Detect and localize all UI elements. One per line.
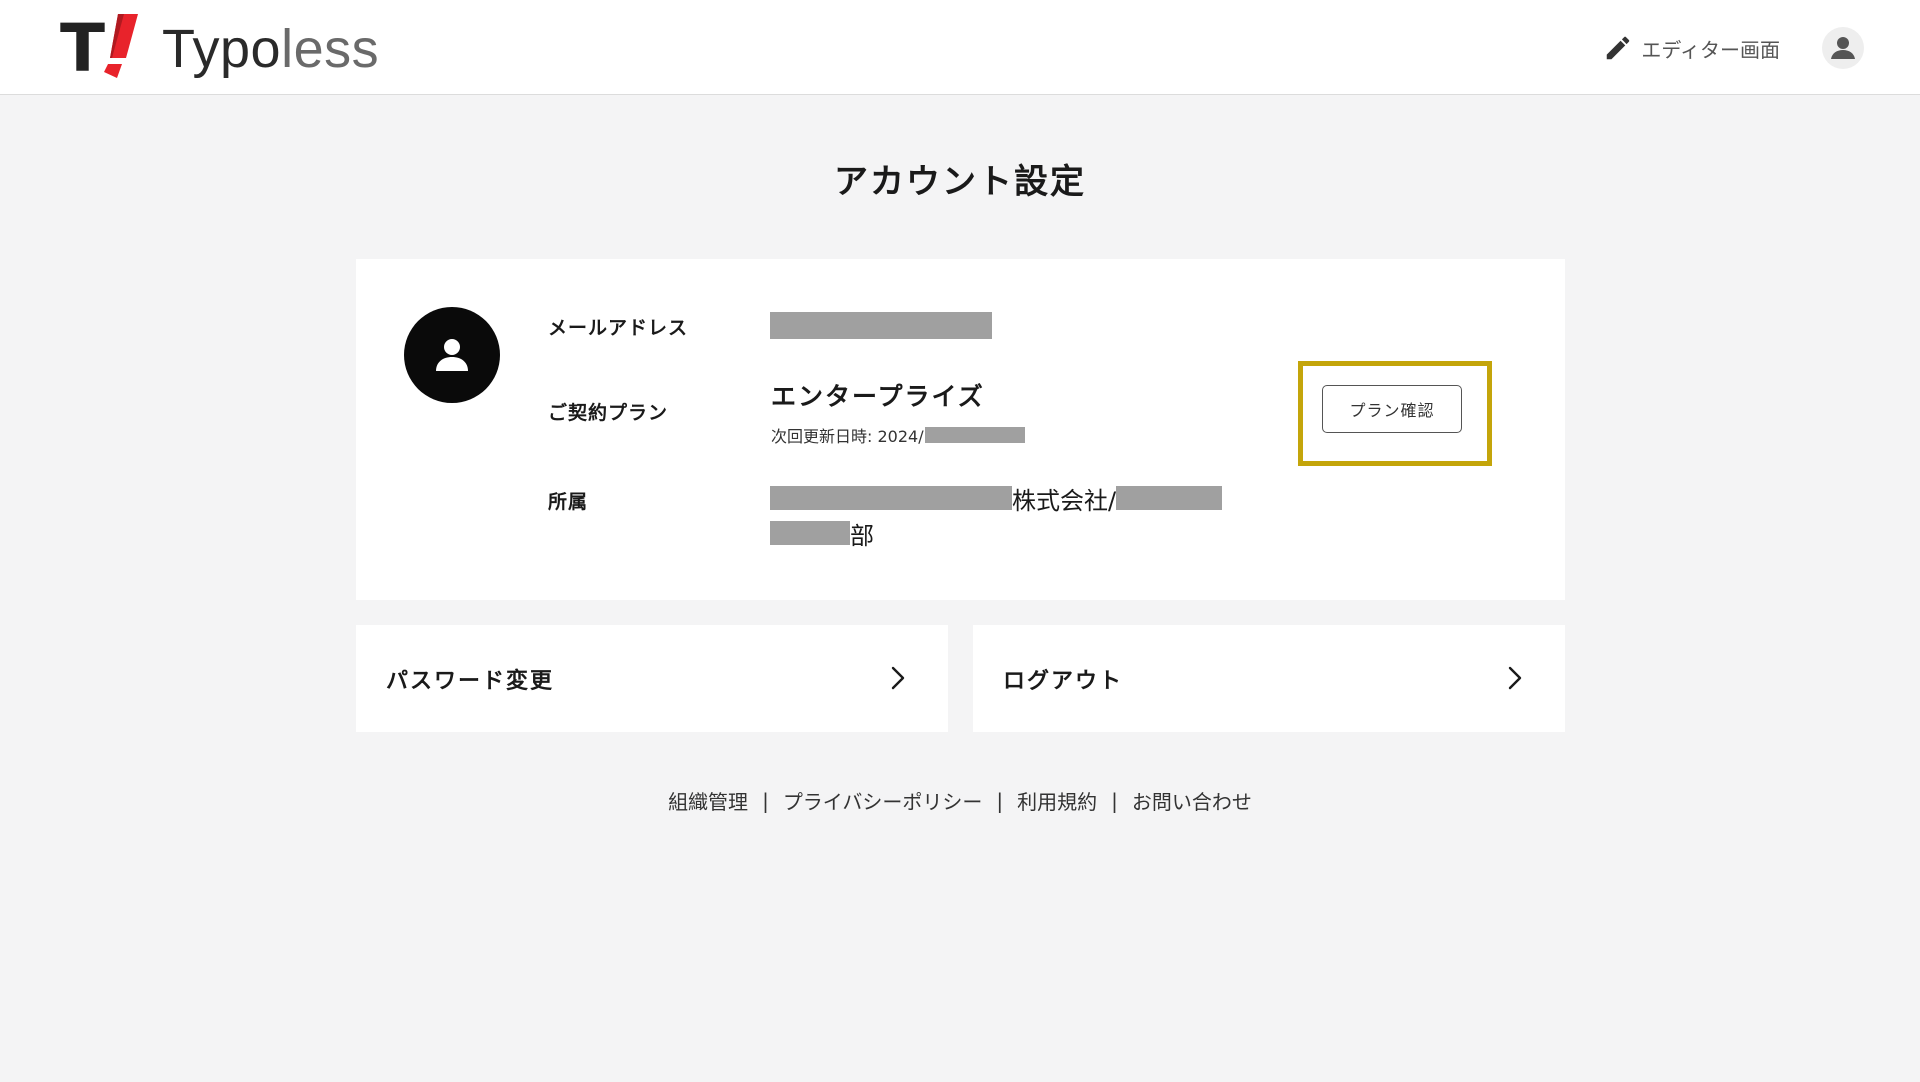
page-title: アカウント設定 — [834, 162, 1086, 202]
plan-name: エンタープライズ — [771, 382, 985, 411]
renewal-date-redacted — [924, 427, 1025, 443]
renewal-date-text: 次回更新日時: 2024/ — [771, 427, 924, 446]
change-password-card[interactable]: パスワード変更 — [356, 625, 948, 732]
plan-label: ご契約プラン — [548, 402, 669, 424]
avatar — [404, 307, 500, 403]
logo-exclamation-icon — [104, 14, 138, 78]
email-value-redacted — [770, 312, 992, 339]
renewal-date: 次回更新日時: 2024/ — [771, 423, 1025, 447]
user-circle-icon — [1831, 37, 1855, 59]
logo-mark: T — [60, 14, 140, 84]
footer-link-contact[interactable]: お問い合わせ — [1132, 786, 1252, 815]
logo-wordmark: Typoless — [162, 14, 379, 84]
footer-separator: | — [762, 788, 769, 813]
company-suffix: 株式会社/ — [1012, 486, 1117, 515]
editor-screen-link[interactable]: エディター画面 — [1603, 28, 1780, 68]
footer-link-terms[interactable]: 利用規約 — [1017, 786, 1097, 815]
logout-card[interactable]: ログアウト — [973, 625, 1565, 732]
footer-links: 組織管理 | プライバシーポリシー | 利用規約 | お問い合わせ — [0, 786, 1920, 815]
plan-confirm-button[interactable]: プラン確認 — [1322, 385, 1462, 433]
department-name-redacted — [770, 521, 850, 545]
logo-wordmark-typo: Typo — [162, 19, 282, 79]
pencil-icon — [1607, 36, 1630, 60]
footer-link-organization[interactable]: 組織管理 — [668, 786, 748, 815]
organization-department: 部 — [770, 518, 874, 550]
app-header: T Typoless エディター画面 — [0, 0, 1920, 95]
organization-value: 株式会社/ — [770, 483, 1223, 515]
email-label: メールアドレス — [548, 317, 689, 339]
logout-label: ログアウト — [1003, 669, 1124, 694]
footer-separator: | — [996, 788, 1004, 813]
logo-t-glyph: T — [60, 10, 105, 87]
logo-wordmark-less: less — [281, 19, 380, 79]
division-redacted — [1116, 486, 1223, 510]
typoless-logo[interactable]: T Typoless — [60, 14, 379, 84]
footer-separator: | — [1111, 788, 1118, 813]
change-password-label: パスワード変更 — [386, 669, 555, 694]
organization-label: 所属 — [548, 491, 589, 513]
profile-card: メールアドレス ご契約プラン エンタープライズ 次回更新日時: 2024/ 所属… — [356, 259, 1565, 600]
department-suffix: 部 — [850, 521, 874, 550]
person-icon — [436, 339, 468, 371]
chevron-right-icon — [1508, 666, 1522, 690]
user-menu-button[interactable] — [1822, 27, 1864, 69]
footer-link-privacy[interactable]: プライバシーポリシー — [783, 786, 983, 815]
company-name-redacted — [770, 486, 1012, 510]
editor-screen-label: エディター画面 — [1641, 37, 1780, 62]
chevron-right-icon — [891, 666, 905, 690]
